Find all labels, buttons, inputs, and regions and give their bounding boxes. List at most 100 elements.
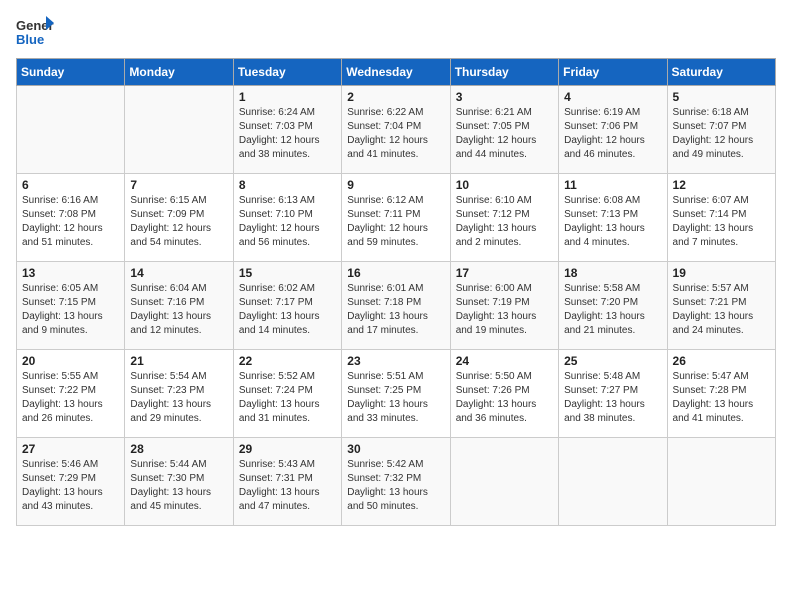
- weekday-tuesday: Tuesday: [233, 59, 341, 86]
- day-number: 16: [347, 266, 444, 280]
- day-info: Sunrise: 5:50 AM Sunset: 7:26 PM Dayligh…: [456, 370, 553, 426]
- day-number: 13: [22, 266, 119, 280]
- day-info: Sunrise: 6:02 AM Sunset: 7:17 PM Dayligh…: [239, 282, 336, 338]
- day-info: Sunrise: 6:04 AM Sunset: 7:16 PM Dayligh…: [130, 282, 227, 338]
- weekday-monday: Monday: [125, 59, 233, 86]
- day-cell: 9 Sunrise: 6:12 AM Sunset: 7:11 PM Daylig…: [342, 174, 450, 262]
- day-cell: 29 Sunrise: 5:43 AM Sunset: 7:31 PM Dayli…: [233, 438, 341, 526]
- day-info: Sunrise: 6:22 AM Sunset: 7:04 PM Dayligh…: [347, 106, 444, 162]
- logo-icon: General Blue: [16, 16, 54, 48]
- day-cell: 3Sunrise: 6:21 AM Sunset: 7:05 PM Daylig…: [450, 86, 558, 174]
- day-number: 23: [347, 354, 444, 368]
- day-cell: 19 Sunrise: 5:57 AM Sunset: 7:21 PM Dayli…: [667, 262, 775, 350]
- day-cell: 14Sunrise: 6:04 AM Sunset: 7:16 PM Dayli…: [125, 262, 233, 350]
- day-number: 1: [239, 90, 336, 104]
- day-info: Sunrise: 5:58 AM Sunset: 7:20 PM Dayligh…: [564, 282, 661, 338]
- day-cell: 27 Sunrise: 5:46 AM Sunset: 7:29 PM Dayli…: [17, 438, 125, 526]
- day-cell: 5 Sunrise: 6:18 AM Sunset: 7:07 PM Daylig…: [667, 86, 775, 174]
- day-number: 30: [347, 442, 444, 456]
- day-number: 9: [347, 178, 444, 192]
- day-cell: [125, 86, 233, 174]
- week-row-4: 20Sunrise: 5:55 AM Sunset: 7:22 PM Dayli…: [17, 350, 776, 438]
- day-number: 4: [564, 90, 661, 104]
- weekday-sunday: Sunday: [17, 59, 125, 86]
- week-row-2: 6 Sunrise: 6:16 AM Sunset: 7:08 PM Daylig…: [17, 174, 776, 262]
- day-cell: 4 Sunrise: 6:19 AM Sunset: 7:06 PM Daylig…: [559, 86, 667, 174]
- day-info: Sunrise: 6:16 AM Sunset: 7:08 PM Dayligh…: [22, 194, 119, 250]
- day-cell: [17, 86, 125, 174]
- day-number: 12: [673, 178, 770, 192]
- day-number: 20: [22, 354, 119, 368]
- day-number: 29: [239, 442, 336, 456]
- day-info: Sunrise: 6:12 AM Sunset: 7:11 PM Dayligh…: [347, 194, 444, 250]
- day-cell: 22 Sunrise: 5:52 AM Sunset: 7:24 PM Dayli…: [233, 350, 341, 438]
- weekday-friday: Friday: [559, 59, 667, 86]
- day-number: 2: [347, 90, 444, 104]
- day-cell: 2 Sunrise: 6:22 AM Sunset: 7:04 PM Daylig…: [342, 86, 450, 174]
- day-cell: 30Sunrise: 5:42 AM Sunset: 7:32 PM Dayli…: [342, 438, 450, 526]
- weekday-header-row: SundayMondayTuesdayWednesdayThursdayFrid…: [17, 59, 776, 86]
- day-number: 18: [564, 266, 661, 280]
- day-info: Sunrise: 6:00 AM Sunset: 7:19 PM Dayligh…: [456, 282, 553, 338]
- day-cell: 7Sunrise: 6:15 AM Sunset: 7:09 PM Daylig…: [125, 174, 233, 262]
- day-cell: 24 Sunrise: 5:50 AM Sunset: 7:26 PM Dayli…: [450, 350, 558, 438]
- day-cell: [450, 438, 558, 526]
- day-cell: 17 Sunrise: 6:00 AM Sunset: 7:19 PM Dayli…: [450, 262, 558, 350]
- day-info: Sunrise: 6:08 AM Sunset: 7:13 PM Dayligh…: [564, 194, 661, 250]
- day-info: Sunrise: 6:01 AM Sunset: 7:18 PM Dayligh…: [347, 282, 444, 338]
- day-number: 6: [22, 178, 119, 192]
- day-cell: 16 Sunrise: 6:01 AM Sunset: 7:18 PM Dayli…: [342, 262, 450, 350]
- day-info: Sunrise: 6:10 AM Sunset: 7:12 PM Dayligh…: [456, 194, 553, 250]
- day-cell: 20Sunrise: 5:55 AM Sunset: 7:22 PM Dayli…: [17, 350, 125, 438]
- day-number: 25: [564, 354, 661, 368]
- day-info: Sunrise: 6:18 AM Sunset: 7:07 PM Dayligh…: [673, 106, 770, 162]
- day-cell: 26Sunrise: 5:47 AM Sunset: 7:28 PM Dayli…: [667, 350, 775, 438]
- day-info: Sunrise: 6:24 AM Sunset: 7:03 PM Dayligh…: [239, 106, 336, 162]
- day-info: Sunrise: 5:47 AM Sunset: 7:28 PM Dayligh…: [673, 370, 770, 426]
- day-info: Sunrise: 6:21 AM Sunset: 7:05 PM Dayligh…: [456, 106, 553, 162]
- day-info: Sunrise: 5:57 AM Sunset: 7:21 PM Dayligh…: [673, 282, 770, 338]
- day-cell: 1 Sunrise: 6:24 AM Sunset: 7:03 PM Daylig…: [233, 86, 341, 174]
- week-row-5: 27 Sunrise: 5:46 AM Sunset: 7:29 PM Dayli…: [17, 438, 776, 526]
- day-number: 21: [130, 354, 227, 368]
- day-info: Sunrise: 6:07 AM Sunset: 7:14 PM Dayligh…: [673, 194, 770, 250]
- calendar-body: 1 Sunrise: 6:24 AM Sunset: 7:03 PM Daylig…: [17, 86, 776, 526]
- day-number: 27: [22, 442, 119, 456]
- day-cell: 12 Sunrise: 6:07 AM Sunset: 7:14 PM Dayli…: [667, 174, 775, 262]
- day-number: 24: [456, 354, 553, 368]
- day-info: Sunrise: 6:13 AM Sunset: 7:10 PM Dayligh…: [239, 194, 336, 250]
- day-number: 28: [130, 442, 227, 456]
- svg-text:Blue: Blue: [16, 32, 44, 47]
- day-info: Sunrise: 6:19 AM Sunset: 7:06 PM Dayligh…: [564, 106, 661, 162]
- day-cell: 15Sunrise: 6:02 AM Sunset: 7:17 PM Dayli…: [233, 262, 341, 350]
- day-cell: 13 Sunrise: 6:05 AM Sunset: 7:15 PM Dayli…: [17, 262, 125, 350]
- logo: General Blue: [16, 16, 54, 48]
- day-info: Sunrise: 5:43 AM Sunset: 7:31 PM Dayligh…: [239, 458, 336, 514]
- day-info: Sunrise: 5:54 AM Sunset: 7:23 PM Dayligh…: [130, 370, 227, 426]
- day-number: 8: [239, 178, 336, 192]
- day-info: Sunrise: 6:05 AM Sunset: 7:15 PM Dayligh…: [22, 282, 119, 338]
- day-info: Sunrise: 5:51 AM Sunset: 7:25 PM Dayligh…: [347, 370, 444, 426]
- weekday-thursday: Thursday: [450, 59, 558, 86]
- day-number: 17: [456, 266, 553, 280]
- week-row-1: 1 Sunrise: 6:24 AM Sunset: 7:03 PM Daylig…: [17, 86, 776, 174]
- page-header: General Blue: [16, 16, 776, 48]
- day-info: Sunrise: 5:52 AM Sunset: 7:24 PM Dayligh…: [239, 370, 336, 426]
- day-info: Sunrise: 6:15 AM Sunset: 7:09 PM Dayligh…: [130, 194, 227, 250]
- day-cell: 11 Sunrise: 6:08 AM Sunset: 7:13 PM Dayli…: [559, 174, 667, 262]
- day-cell: [667, 438, 775, 526]
- day-number: 5: [673, 90, 770, 104]
- weekday-saturday: Saturday: [667, 59, 775, 86]
- day-cell: 18 Sunrise: 5:58 AM Sunset: 7:20 PM Dayli…: [559, 262, 667, 350]
- day-info: Sunrise: 5:46 AM Sunset: 7:29 PM Dayligh…: [22, 458, 119, 514]
- day-cell: 6 Sunrise: 6:16 AM Sunset: 7:08 PM Daylig…: [17, 174, 125, 262]
- weekday-wednesday: Wednesday: [342, 59, 450, 86]
- day-cell: 10Sunrise: 6:10 AM Sunset: 7:12 PM Dayli…: [450, 174, 558, 262]
- day-cell: 21 Sunrise: 5:54 AM Sunset: 7:23 PM Dayli…: [125, 350, 233, 438]
- day-info: Sunrise: 5:44 AM Sunset: 7:30 PM Dayligh…: [130, 458, 227, 514]
- day-number: 11: [564, 178, 661, 192]
- day-number: 22: [239, 354, 336, 368]
- day-number: 19: [673, 266, 770, 280]
- week-row-3: 13 Sunrise: 6:05 AM Sunset: 7:15 PM Dayli…: [17, 262, 776, 350]
- day-cell: 25Sunrise: 5:48 AM Sunset: 7:27 PM Dayli…: [559, 350, 667, 438]
